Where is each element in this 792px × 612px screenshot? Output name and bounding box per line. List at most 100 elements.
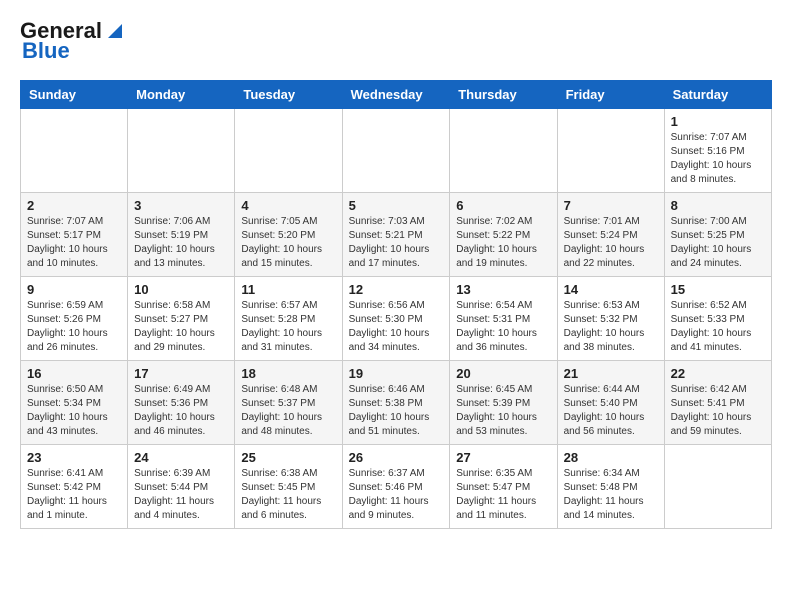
day-info: Sunrise: 6:39 AM Sunset: 5:44 PM Dayligh… xyxy=(134,467,228,523)
day-info: Sunrise: 6:34 AM Sunset: 5:48 PM Dayligh… xyxy=(564,467,658,523)
calendar-cell: 26 Sunrise: 6:37 AM Sunset: 5:46 PM Dayli… xyxy=(342,445,450,529)
calendar-cell: 12 Sunrise: 6:56 AM Sunset: 5:30 PM Dayli… xyxy=(342,277,450,361)
day-number: 13 xyxy=(456,282,550,297)
calendar-cell: 28 Sunrise: 6:34 AM Sunset: 5:48 PM Dayli… xyxy=(557,445,664,529)
header-sunday: Sunday xyxy=(21,81,128,109)
day-info: Sunrise: 7:07 AM Sunset: 5:16 PM Dayligh… xyxy=(671,131,765,187)
week-row-1: 1 Sunrise: 7:07 AM Sunset: 5:16 PM Daylig… xyxy=(21,109,772,193)
day-number: 21 xyxy=(564,366,658,381)
day-number: 25 xyxy=(241,450,335,465)
day-number: 5 xyxy=(349,198,444,213)
day-number: 1 xyxy=(671,114,765,129)
day-info: Sunrise: 6:57 AM Sunset: 5:28 PM Dayligh… xyxy=(241,299,335,355)
calendar-cell: 9Sunrise: 6:59 AM Sunset: 5:26 PM Daylig… xyxy=(21,277,128,361)
calendar-cell xyxy=(450,109,557,193)
day-info: Sunrise: 7:05 AM Sunset: 5:20 PM Dayligh… xyxy=(241,215,335,271)
calendar-cell: 22Sunrise: 6:42 AM Sunset: 5:41 PM Dayli… xyxy=(664,361,771,445)
day-number: 10 xyxy=(134,282,228,297)
header-friday: Friday xyxy=(557,81,664,109)
day-number: 26 xyxy=(349,450,444,465)
calendar-cell: 2 Sunrise: 7:07 AM Sunset: 5:17 PM Daylig… xyxy=(21,193,128,277)
calendar-cell: 5 Sunrise: 7:03 AM Sunset: 5:21 PM Daylig… xyxy=(342,193,450,277)
day-info: Sunrise: 6:38 AM Sunset: 5:45 PM Dayligh… xyxy=(241,467,335,523)
calendar-cell: 3 Sunrise: 7:06 AM Sunset: 5:19 PM Daylig… xyxy=(128,193,235,277)
day-info: Sunrise: 6:44 AM Sunset: 5:40 PM Dayligh… xyxy=(564,383,658,439)
calendar-cell: 25 Sunrise: 6:38 AM Sunset: 5:45 PM Dayli… xyxy=(235,445,342,529)
calendar-cell: 4 Sunrise: 7:05 AM Sunset: 5:20 PM Daylig… xyxy=(235,193,342,277)
day-info: Sunrise: 7:07 AM Sunset: 5:17 PM Dayligh… xyxy=(27,215,121,271)
week-row-3: 9Sunrise: 6:59 AM Sunset: 5:26 PM Daylig… xyxy=(21,277,772,361)
calendar-table: SundayMondayTuesdayWednesdayThursdayFrid… xyxy=(20,80,772,529)
day-number: 27 xyxy=(456,450,550,465)
header-saturday: Saturday xyxy=(664,81,771,109)
calendar-cell: 15Sunrise: 6:52 AM Sunset: 5:33 PM Dayli… xyxy=(664,277,771,361)
day-number: 9 xyxy=(27,282,121,297)
day-number: 24 xyxy=(134,450,228,465)
calendar-cell: 17 Sunrise: 6:49 AM Sunset: 5:36 PM Dayli… xyxy=(128,361,235,445)
calendar-cell: 7 Sunrise: 7:01 AM Sunset: 5:24 PM Daylig… xyxy=(557,193,664,277)
day-info: Sunrise: 6:41 AM Sunset: 5:42 PM Dayligh… xyxy=(27,467,121,523)
day-number: 3 xyxy=(134,198,228,213)
day-info: Sunrise: 7:02 AM Sunset: 5:22 PM Dayligh… xyxy=(456,215,550,271)
calendar-cell: 13 Sunrise: 6:54 AM Sunset: 5:31 PM Dayli… xyxy=(450,277,557,361)
day-info: Sunrise: 6:35 AM Sunset: 5:47 PM Dayligh… xyxy=(456,467,550,523)
day-number: 8 xyxy=(671,198,765,213)
day-info: Sunrise: 7:06 AM Sunset: 5:19 PM Dayligh… xyxy=(134,215,228,271)
day-number: 6 xyxy=(456,198,550,213)
calendar-cell: 19 Sunrise: 6:46 AM Sunset: 5:38 PM Dayli… xyxy=(342,361,450,445)
day-info: Sunrise: 6:45 AM Sunset: 5:39 PM Dayligh… xyxy=(456,383,550,439)
calendar-cell: 1 Sunrise: 7:07 AM Sunset: 5:16 PM Daylig… xyxy=(664,109,771,193)
calendar-cell: 20Sunrise: 6:45 AM Sunset: 5:39 PM Dayli… xyxy=(450,361,557,445)
calendar-cell xyxy=(664,445,771,529)
calendar-cell: 11Sunrise: 6:57 AM Sunset: 5:28 PM Dayli… xyxy=(235,277,342,361)
day-info: Sunrise: 6:52 AM Sunset: 5:33 PM Dayligh… xyxy=(671,299,765,355)
calendar-header-row: SundayMondayTuesdayWednesdayThursdayFrid… xyxy=(21,81,772,109)
day-number: 18 xyxy=(241,366,335,381)
day-number: 28 xyxy=(564,450,658,465)
calendar-cell: 8 Sunrise: 7:00 AM Sunset: 5:25 PM Daylig… xyxy=(664,193,771,277)
logo-triangle-icon xyxy=(104,20,126,42)
day-info: Sunrise: 6:50 AM Sunset: 5:34 PM Dayligh… xyxy=(27,383,121,439)
day-info: Sunrise: 7:01 AM Sunset: 5:24 PM Dayligh… xyxy=(564,215,658,271)
calendar-cell: 10 Sunrise: 6:58 AM Sunset: 5:27 PM Dayli… xyxy=(128,277,235,361)
day-number: 17 xyxy=(134,366,228,381)
day-info: Sunrise: 6:49 AM Sunset: 5:36 PM Dayligh… xyxy=(134,383,228,439)
week-row-2: 2 Sunrise: 7:07 AM Sunset: 5:17 PM Daylig… xyxy=(21,193,772,277)
header-wednesday: Wednesday xyxy=(342,81,450,109)
day-number: 7 xyxy=(564,198,658,213)
week-row-4: 16 Sunrise: 6:50 AM Sunset: 5:34 PM Dayli… xyxy=(21,361,772,445)
day-info: Sunrise: 7:00 AM Sunset: 5:25 PM Dayligh… xyxy=(671,215,765,271)
day-info: Sunrise: 6:58 AM Sunset: 5:27 PM Dayligh… xyxy=(134,299,228,355)
calendar-cell xyxy=(342,109,450,193)
header-monday: Monday xyxy=(128,81,235,109)
header-tuesday: Tuesday xyxy=(235,81,342,109)
calendar-cell: 18 Sunrise: 6:48 AM Sunset: 5:37 PM Dayli… xyxy=(235,361,342,445)
day-number: 12 xyxy=(349,282,444,297)
calendar-cell xyxy=(21,109,128,193)
logo: General Blue xyxy=(20,20,126,64)
page-header: General Blue xyxy=(20,20,772,64)
day-number: 19 xyxy=(349,366,444,381)
day-number: 16 xyxy=(27,366,121,381)
week-row-5: 23 Sunrise: 6:41 AM Sunset: 5:42 PM Dayli… xyxy=(21,445,772,529)
day-info: Sunrise: 6:37 AM Sunset: 5:46 PM Dayligh… xyxy=(349,467,444,523)
day-info: Sunrise: 6:56 AM Sunset: 5:30 PM Dayligh… xyxy=(349,299,444,355)
day-number: 2 xyxy=(27,198,121,213)
calendar-cell xyxy=(128,109,235,193)
calendar-cell: 16 Sunrise: 6:50 AM Sunset: 5:34 PM Dayli… xyxy=(21,361,128,445)
day-info: Sunrise: 6:42 AM Sunset: 5:41 PM Dayligh… xyxy=(671,383,765,439)
calendar-cell: 24 Sunrise: 6:39 AM Sunset: 5:44 PM Dayli… xyxy=(128,445,235,529)
calendar-cell: 27 Sunrise: 6:35 AM Sunset: 5:47 PM Dayli… xyxy=(450,445,557,529)
day-info: Sunrise: 6:54 AM Sunset: 5:31 PM Dayligh… xyxy=(456,299,550,355)
calendar-cell: 6 Sunrise: 7:02 AM Sunset: 5:22 PM Daylig… xyxy=(450,193,557,277)
header-thursday: Thursday xyxy=(450,81,557,109)
day-number: 14 xyxy=(564,282,658,297)
day-info: Sunrise: 6:46 AM Sunset: 5:38 PM Dayligh… xyxy=(349,383,444,439)
day-info: Sunrise: 7:03 AM Sunset: 5:21 PM Dayligh… xyxy=(349,215,444,271)
day-number: 23 xyxy=(27,450,121,465)
day-info: Sunrise: 6:48 AM Sunset: 5:37 PM Dayligh… xyxy=(241,383,335,439)
calendar-cell: 14Sunrise: 6:53 AM Sunset: 5:32 PM Dayli… xyxy=(557,277,664,361)
calendar-cell: 23 Sunrise: 6:41 AM Sunset: 5:42 PM Dayli… xyxy=(21,445,128,529)
day-number: 4 xyxy=(241,198,335,213)
calendar-cell: 21 Sunrise: 6:44 AM Sunset: 5:40 PM Dayli… xyxy=(557,361,664,445)
